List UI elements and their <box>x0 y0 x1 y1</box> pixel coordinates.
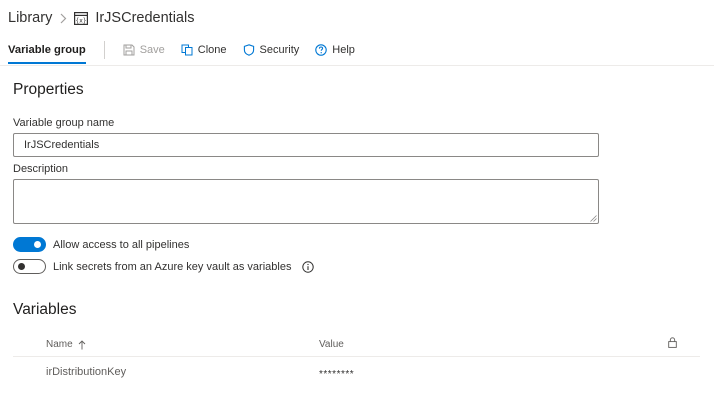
security-button-label: Security <box>259 44 300 56</box>
tab-variable-group[interactable]: Variable group <box>0 36 94 64</box>
save-button-label: Save <box>139 44 165 56</box>
description-label: Description <box>13 163 69 175</box>
breadcrumb-library-link[interactable]: Library <box>8 10 52 26</box>
info-icon[interactable] <box>302 260 315 273</box>
floppy-disk-icon <box>123 44 135 56</box>
shield-icon <box>243 44 254 56</box>
variables-heading: Variables <box>13 301 77 318</box>
arrow-up-icon <box>78 339 86 349</box>
link-secrets-label: Link secrets from an Azure key vault as … <box>53 260 292 273</box>
variable-name-cell[interactable]: irDistributionKey <box>46 366 126 378</box>
allow-access-label: Allow access to all pipelines <box>53 238 190 251</box>
chevron-right-icon <box>60 13 67 24</box>
clone-button[interactable]: Clone <box>173 36 235 64</box>
variable-group-name-label: Variable group name <box>13 117 115 129</box>
allow-access-row: Allow access to all pipelines <box>13 237 189 252</box>
variable-group-icon: {x} <box>74 11 89 25</box>
toggle-knob <box>18 263 25 270</box>
description-textarea[interactable] <box>13 179 599 224</box>
column-header-name-label: Name <box>46 339 73 350</box>
save-button[interactable]: Save <box>115 36 173 64</box>
allow-access-toggle[interactable] <box>13 237 46 252</box>
help-button[interactable]: Help <box>307 36 363 64</box>
clone-icon <box>181 44 193 56</box>
table-row[interactable]: irDistributionKey ******** <box>13 358 700 388</box>
variable-group-name-input[interactable] <box>13 133 599 157</box>
clone-button-label: Clone <box>197 44 227 56</box>
breadcrumb-current: IrJSCredentials <box>95 10 195 26</box>
security-button[interactable]: Security <box>235 36 308 64</box>
toolbar: Variable group Save Clone Security Help <box>0 36 714 64</box>
toolbar-divider-line <box>0 65 714 66</box>
variables-grid-header: Name Value <box>13 333 700 357</box>
help-button-label: Help <box>332 44 355 56</box>
link-secrets-toggle[interactable] <box>13 259 46 274</box>
svg-text:{x}: {x} <box>76 17 87 24</box>
toolbar-divider <box>103 41 105 59</box>
description-container <box>13 179 599 224</box>
variable-value-cell[interactable]: ******** <box>319 369 354 380</box>
column-header-value: Value <box>319 339 344 350</box>
resize-grip-icon[interactable] <box>590 215 597 222</box>
breadcrumb: Library {x} IrJSCredentials <box>8 8 194 28</box>
question-circle-icon <box>315 44 328 56</box>
link-secrets-row: Link secrets from an Azure key vault as … <box>13 259 315 274</box>
column-header-name[interactable]: Name <box>46 339 86 350</box>
lock-icon <box>668 337 677 351</box>
properties-heading: Properties <box>13 81 84 98</box>
toggle-knob <box>34 241 41 248</box>
